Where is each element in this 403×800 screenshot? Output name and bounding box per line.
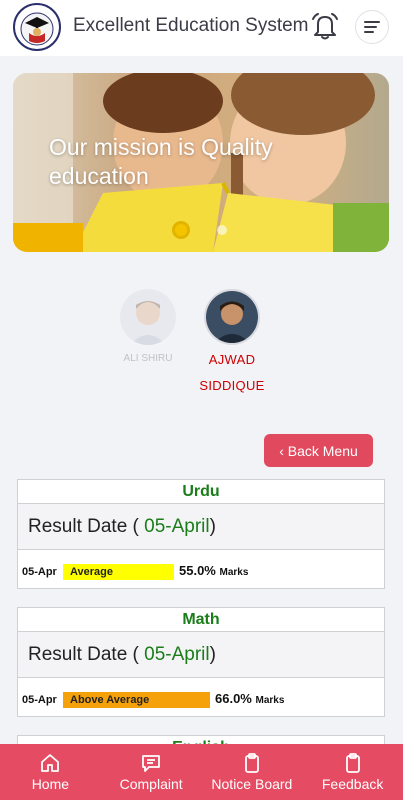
back-menu-button[interactable]: ‹ Back Menu xyxy=(264,434,373,467)
school-crest-logo[interactable] xyxy=(13,3,61,51)
result-date-label: Result Date ( xyxy=(28,644,139,665)
result-row: 05-Apr Above Average 66.0% Marks xyxy=(18,678,384,716)
app-header: Excellent Education System xyxy=(0,0,403,56)
nav-label: Notice Board xyxy=(211,776,293,792)
result-card-urdu: Urdu Result Date ( 05-April) 05-Apr Aver… xyxy=(17,479,385,589)
marks-label: Marks xyxy=(219,567,249,578)
grade-label: Above Average xyxy=(70,694,150,706)
nav-complaint[interactable]: Complaint xyxy=(101,744,202,800)
result-date-close: ) xyxy=(209,516,216,537)
nav-label: Complaint xyxy=(119,776,183,792)
student-avatar xyxy=(120,289,176,345)
grade-bar: Above Average xyxy=(63,692,210,708)
percent-value: 55.0% xyxy=(179,563,216,578)
app-title: Excellent Education System xyxy=(73,15,309,36)
marks-label: Marks xyxy=(255,695,285,706)
percent-marks: 66.0% Marks xyxy=(215,691,284,706)
menu-button[interactable] xyxy=(355,10,389,44)
subject-title: Math xyxy=(18,608,384,632)
nav-feedback[interactable]: Feedback xyxy=(302,744,403,800)
nav-notice-board[interactable]: Notice Board xyxy=(202,744,303,800)
carousel-dot-active[interactable] xyxy=(172,221,190,239)
result-date-value: 05-April xyxy=(144,644,210,665)
nav-home[interactable]: Home xyxy=(0,744,101,800)
result-date-row: Result Date ( 05-April) xyxy=(18,504,384,550)
short-date: 05-Apr xyxy=(22,566,57,578)
home-icon xyxy=(41,754,60,772)
carousel-dot[interactable] xyxy=(217,225,227,235)
clipboard-icon xyxy=(345,753,360,773)
student-selector-item-selected[interactable]: AJWAD SIDDIQUE xyxy=(186,289,278,399)
result-date-close: ) xyxy=(209,644,216,665)
menu-lines-icon xyxy=(364,21,380,33)
bell-icon[interactable] xyxy=(309,10,341,42)
result-date-value: 05-April xyxy=(144,516,210,537)
nav-label: Feedback xyxy=(321,776,384,792)
percent-value: 66.0% xyxy=(215,691,252,706)
result-card-math: Math Result Date ( 05-April) 05-Apr Abov… xyxy=(17,607,385,717)
bottom-nav: Home Complaint Notice Board Feedback xyxy=(0,744,403,800)
result-date-label: Result Date ( xyxy=(28,516,139,537)
result-date-row: Result Date ( 05-April) xyxy=(18,632,384,678)
subject-title: Urdu xyxy=(18,480,384,504)
percent-marks: 55.0% Marks xyxy=(179,563,248,578)
chat-icon xyxy=(142,755,161,772)
student-selector-item[interactable]: ALI SHIRU xyxy=(109,289,187,364)
result-row: 05-Apr Average 55.0% Marks xyxy=(18,550,384,588)
student-name: AJWAD SIDDIQUE xyxy=(199,352,265,393)
nav-label: Home xyxy=(31,776,70,792)
banner-caption: Our mission is Quality education xyxy=(49,134,273,189)
student-avatar xyxy=(204,289,260,345)
grade-label: Average xyxy=(70,566,114,578)
short-date: 05-Apr xyxy=(22,694,57,706)
mission-banner[interactable]: Our mission is Quality education xyxy=(13,73,389,252)
grade-bar: Average xyxy=(63,564,174,580)
student-name: ALI SHIRU xyxy=(123,353,173,364)
clipboard-icon xyxy=(244,753,259,773)
